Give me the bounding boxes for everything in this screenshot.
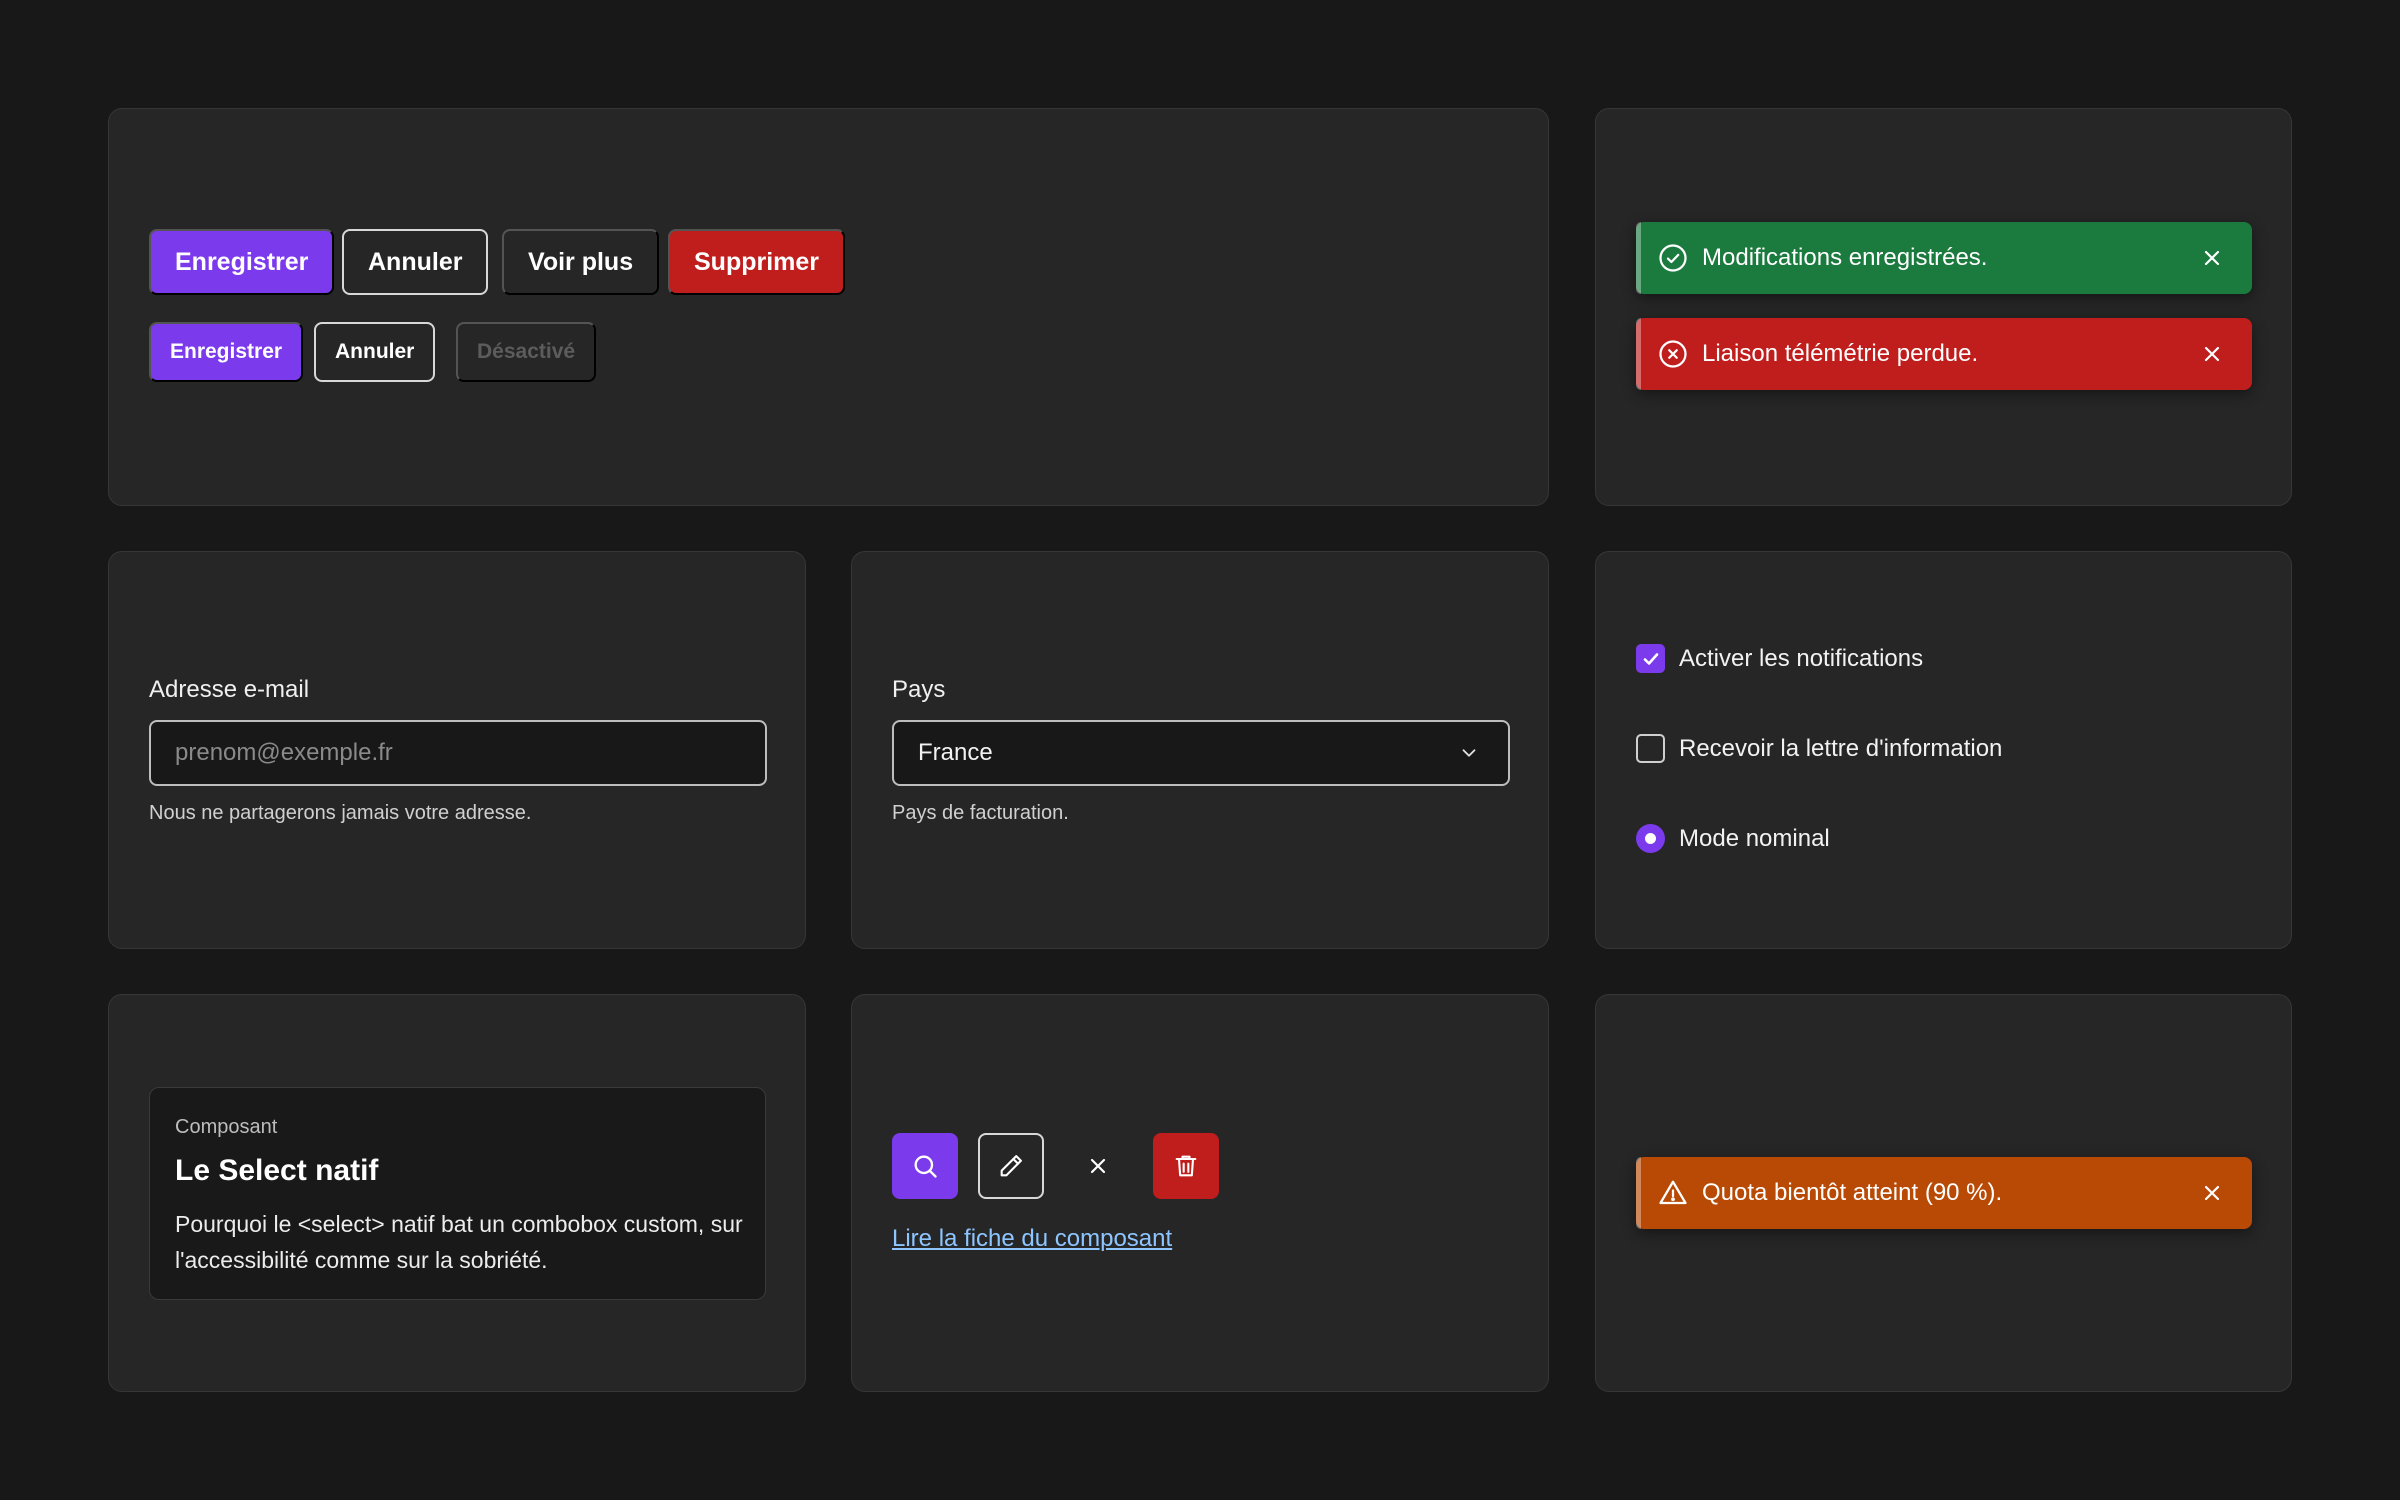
cancel-button-small[interactable]: Annuler bbox=[314, 322, 436, 382]
edit-button[interactable] bbox=[978, 1133, 1044, 1199]
search-icon bbox=[914, 1155, 937, 1178]
toast-message: Quota bientôt atteint (90 %). bbox=[1702, 1179, 2003, 1206]
delete-button[interactable]: Supprimer bbox=[668, 229, 846, 295]
country-select-value: France bbox=[918, 739, 993, 766]
notifications-checkbox-row[interactable]: Activer les notifications bbox=[1636, 644, 1923, 673]
email-label: Adresse e-mail bbox=[149, 676, 310, 703]
save-button-small[interactable]: Enregistrer bbox=[149, 322, 304, 382]
buttons-card: Enregistrer Annuler Voir plus Supprimer … bbox=[108, 108, 1549, 506]
close-icon bbox=[1090, 1158, 1106, 1174]
mode-label: Mode nominal bbox=[1679, 824, 1830, 852]
article-title: Le Select natif bbox=[175, 1154, 379, 1187]
country-select[interactable]: France bbox=[892, 720, 1510, 786]
trash-button[interactable] bbox=[1153, 1133, 1219, 1199]
warning-toast-card: Quota bientôt atteint (90 %). bbox=[1595, 994, 2292, 1392]
close-icon[interactable] bbox=[2202, 248, 2222, 268]
mode-radio-row[interactable]: Mode nominal bbox=[1636, 824, 1830, 853]
email-field-card: Adresse e-mail Nous ne partagerons jamai… bbox=[108, 551, 806, 949]
radio-dot bbox=[1645, 833, 1656, 844]
toast-message: Liaison télémétrie perdue. bbox=[1702, 340, 1979, 367]
save-button[interactable]: Enregistrer bbox=[149, 229, 335, 295]
disabled-button: Désactivé bbox=[456, 322, 597, 382]
country-field-card: Pays France Pays de facturation. bbox=[851, 551, 1549, 949]
notifications-label: Activer les notifications bbox=[1679, 644, 1924, 672]
article-body: Pourquoi le <select> natif bat un combob… bbox=[175, 1211, 743, 1273]
toasts-card: Modifications enregistrées. Liaison télé… bbox=[1595, 108, 2292, 506]
success-toast: Modifications enregistrées. bbox=[1636, 222, 2252, 294]
country-label: Pays bbox=[892, 676, 946, 703]
warning-triangle-icon bbox=[1659, 1180, 1687, 1205]
see-more-button[interactable]: Voir plus bbox=[502, 229, 660, 295]
x-circle-icon bbox=[1659, 340, 1687, 368]
options-card: Activer les notifications Recevoir la le… bbox=[1595, 551, 2292, 949]
email-help-text: Nous ne partagerons jamais votre adresse… bbox=[149, 802, 532, 824]
article-eyebrow: Composant bbox=[175, 1116, 278, 1138]
check-circle-icon bbox=[1659, 244, 1687, 272]
component-sheet-link[interactable]: Lire la fiche du composant bbox=[892, 1225, 1172, 1253]
email-field[interactable] bbox=[149, 720, 767, 786]
article-card-container: Composant Le Select natif Pourquoi le <s… bbox=[108, 994, 806, 1392]
chevron-down-icon bbox=[1462, 749, 1476, 757]
error-toast: Liaison télémétrie perdue. bbox=[1636, 318, 2252, 390]
newsletter-checkbox-row[interactable]: Recevoir la lettre d'information bbox=[1636, 734, 2002, 763]
toast-message: Modifications enregistrées. bbox=[1702, 244, 1988, 271]
email-input[interactable] bbox=[175, 739, 765, 767]
check-icon bbox=[1643, 652, 1658, 665]
pencil-icon bbox=[1000, 1155, 1022, 1177]
trash-icon bbox=[1175, 1155, 1197, 1177]
cancel-button[interactable]: Annuler bbox=[342, 229, 489, 295]
warning-toast: Quota bientôt atteint (90 %). bbox=[1636, 1157, 2252, 1229]
icon-buttons-card: Lire la fiche du composant bbox=[851, 994, 1549, 1392]
close-icon[interactable] bbox=[2202, 344, 2222, 364]
notifications-checkbox[interactable] bbox=[1636, 644, 1665, 673]
newsletter-label: Recevoir la lettre d'information bbox=[1679, 734, 2003, 762]
close-button[interactable] bbox=[1065, 1133, 1131, 1199]
newsletter-checkbox[interactable] bbox=[1636, 734, 1665, 763]
mode-radio[interactable] bbox=[1636, 824, 1665, 853]
search-button[interactable] bbox=[892, 1133, 958, 1199]
close-icon[interactable] bbox=[2202, 1183, 2222, 1203]
country-help-text: Pays de facturation. bbox=[892, 802, 1069, 824]
article-card[interactable]: Composant Le Select natif Pourquoi le <s… bbox=[149, 1087, 766, 1300]
